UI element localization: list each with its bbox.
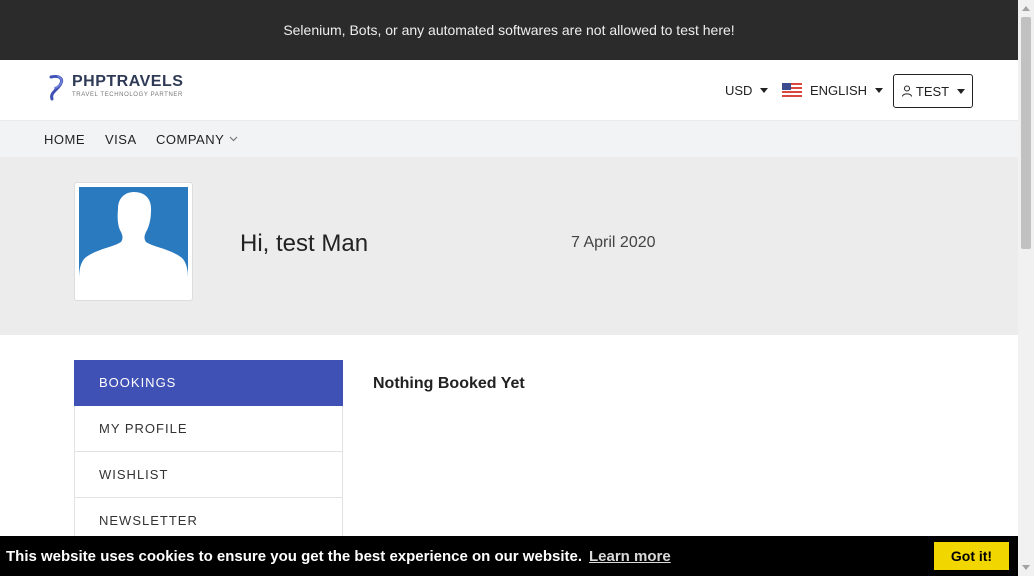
user-account-button[interactable]: TEST: [893, 74, 973, 108]
profile-header: Hi, test Man 7 April 2020: [0, 157, 1018, 335]
user-button-label: TEST: [915, 83, 950, 99]
sidebar-item-my-profile[interactable]: MY PROFILE: [74, 406, 343, 452]
nav-item-label: VISA: [105, 131, 137, 147]
automation-notice-bar: Selenium, Bots, or any automated softwar…: [0, 0, 1018, 60]
cookie-banner: This website uses cookies to ensure you …: [0, 536, 1018, 576]
phptravels-logo-icon: [49, 75, 64, 101]
cookie-learn-more-link[interactable]: Learn more: [589, 548, 671, 565]
nav-item-visa[interactable]: VISA: [105, 121, 137, 157]
page-scrollbar[interactable]: [1018, 0, 1034, 576]
avatar-placeholder-icon: [79, 187, 188, 278]
caret-down-icon: [957, 88, 966, 94]
site-logo[interactable]: PHPTRAVELS TRAVEL TECHNOLOGY PARTNER: [46, 73, 183, 101]
logo-tagline: TRAVEL TECHNOLOGY PARTNER: [72, 92, 183, 98]
language-dropdown[interactable]: ENGLISH: [782, 60, 884, 120]
current-date: 7 April 2020: [571, 234, 656, 251]
automation-notice-text: Selenium, Bots, or any automated softwar…: [283, 22, 735, 38]
sidebar-item-label: MY PROFILE: [99, 421, 188, 436]
caret-down-icon: [875, 87, 884, 93]
currency-dropdown[interactable]: USD: [725, 60, 769, 120]
user-greeting: Hi, test Man: [240, 230, 369, 257]
scroll-down-arrow-icon[interactable]: [1022, 565, 1030, 570]
sidebar-item-wishlist[interactable]: WISHLIST: [74, 452, 343, 498]
logo-name: PHPTRAVELS: [72, 73, 184, 90]
main-nav: HOME VISA COMPANY: [0, 121, 1018, 157]
cookie-accept-button[interactable]: Got it!: [934, 542, 1009, 570]
sidebar-item-label: NEWSLETTER: [99, 513, 198, 528]
language-label: ENGLISH: [810, 82, 868, 98]
nav-item-label: COMPANY: [156, 131, 225, 147]
sidebar-item-label: BOOKINGS: [99, 375, 177, 390]
us-flag-icon: [782, 83, 802, 97]
sidebar-item-label: WISHLIST: [99, 467, 169, 482]
nav-item-company[interactable]: COMPANY: [156, 121, 238, 157]
sidebar-item-bookings[interactable]: BOOKINGS: [74, 360, 343, 406]
cookie-message: This website uses cookies to ensure you …: [6, 547, 582, 565]
currency-label: USD: [725, 82, 753, 98]
avatar: [74, 182, 193, 301]
account-sidebar: BOOKINGS MY PROFILE WISHLIST NEWSLETTER: [74, 360, 343, 544]
user-icon: [901, 85, 912, 97]
chevron-down-icon: [229, 136, 238, 142]
nav-item-home[interactable]: HOME: [44, 121, 85, 157]
scrollbar-thumb[interactable]: [1021, 17, 1031, 249]
bookings-empty-message: Nothing Booked Yet: [373, 375, 525, 392]
caret-down-icon: [760, 87, 769, 93]
scroll-up-arrow-icon[interactable]: [1022, 6, 1030, 11]
nav-item-label: HOME: [44, 131, 85, 147]
site-header: PHPTRAVELS TRAVEL TECHNOLOGY PARTNER USD…: [0, 60, 1018, 121]
